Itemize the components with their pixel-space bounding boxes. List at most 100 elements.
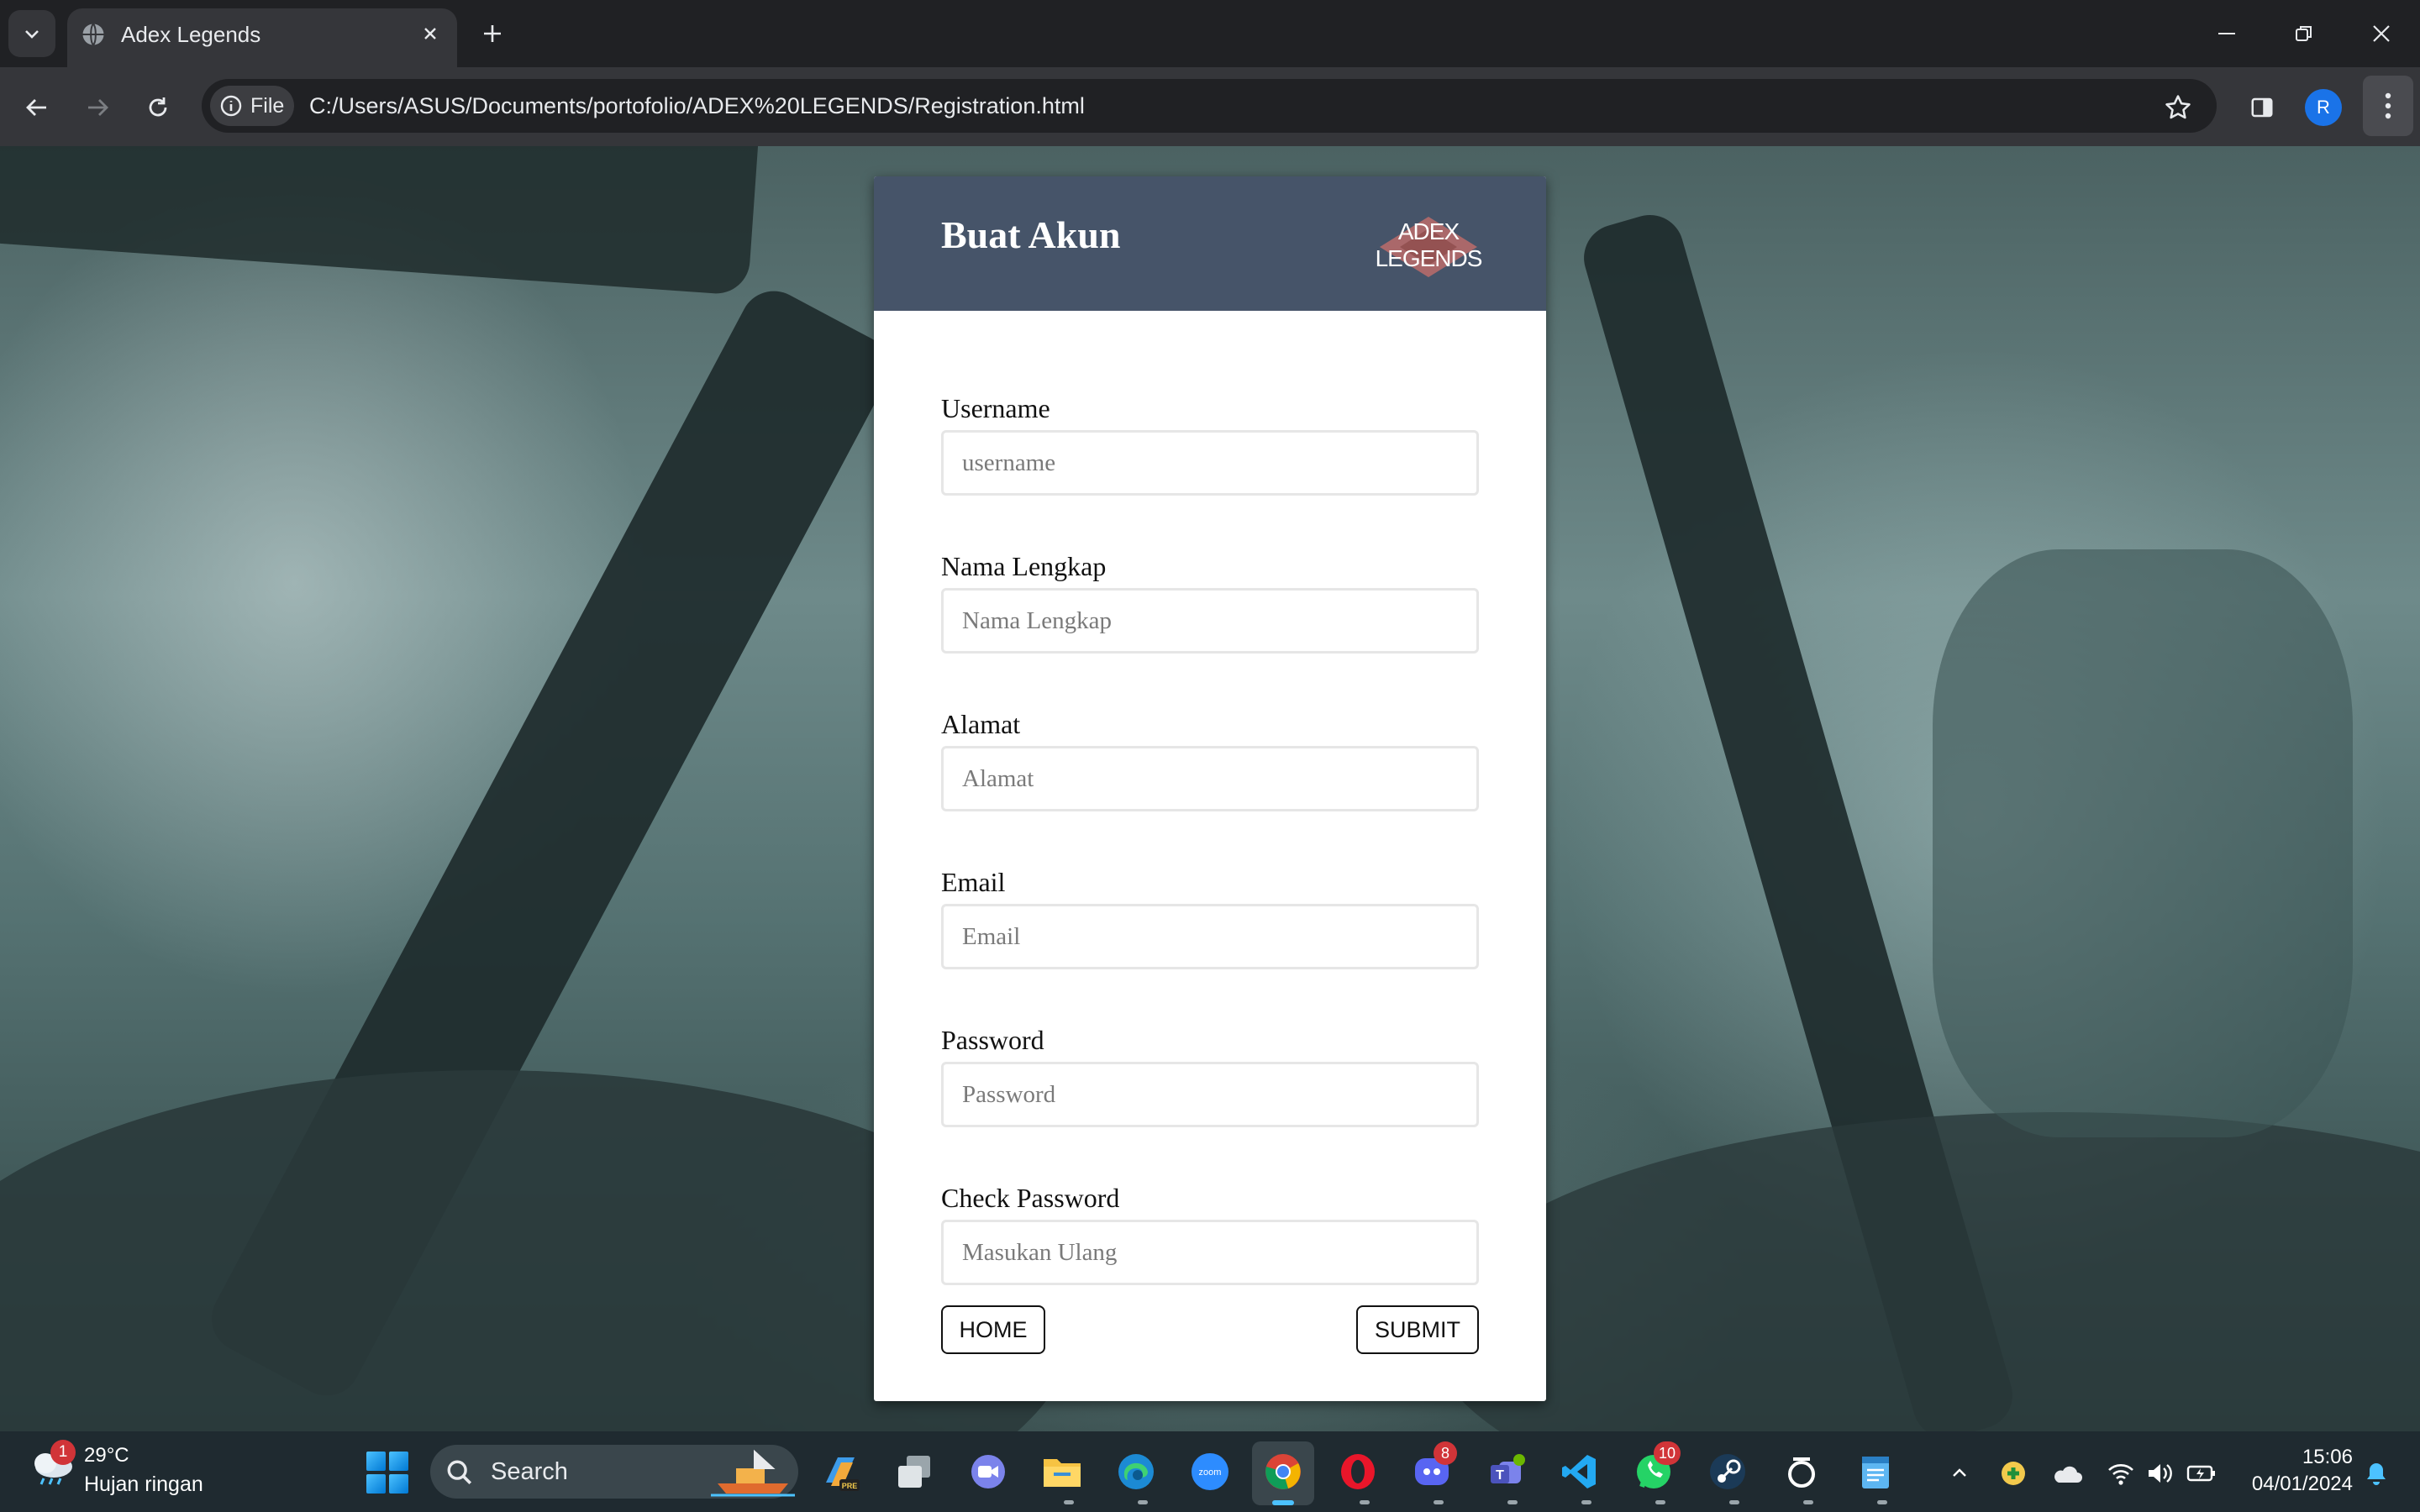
star-icon bbox=[2165, 95, 2191, 119]
logo-text-line1: ADEX bbox=[1397, 218, 1460, 244]
card-header: Buat Akun ADEX LEGENDS bbox=[874, 176, 1546, 311]
file-explorer-app[interactable] bbox=[1039, 1448, 1086, 1495]
running-indicator bbox=[1581, 1500, 1591, 1504]
password-field[interactable] bbox=[941, 1062, 1479, 1127]
full-name-label: Nama Lengkap bbox=[941, 551, 1107, 581]
running-indicator bbox=[1064, 1500, 1074, 1504]
running-indicator bbox=[1434, 1500, 1444, 1504]
active-app-indicator bbox=[1272, 1500, 1294, 1505]
video-chat-icon bbox=[971, 1455, 1005, 1488]
teams-meet-app[interactable] bbox=[965, 1448, 1012, 1495]
close-window-button[interactable] bbox=[2356, 12, 2407, 55]
discord-badge: 8 bbox=[1434, 1441, 1457, 1465]
search-icon bbox=[447, 1460, 472, 1485]
back-button[interactable] bbox=[17, 87, 57, 128]
clock-date[interactable]: 04/01/2024 bbox=[2235, 1472, 2353, 1497]
onedrive-button[interactable] bbox=[2050, 1457, 2084, 1490]
ring-app[interactable] bbox=[1778, 1448, 1825, 1495]
username-field[interactable] bbox=[941, 430, 1479, 496]
search-highlight-boat-icon bbox=[711, 1449, 795, 1497]
zoom-app[interactable]: zoom bbox=[1186, 1448, 1234, 1495]
taskbar-search-label: Search bbox=[491, 1458, 568, 1485]
volume-button[interactable] bbox=[2143, 1457, 2176, 1490]
edge-app[interactable] bbox=[1113, 1448, 1160, 1495]
steam-icon bbox=[1710, 1454, 1745, 1489]
more-vertical-icon bbox=[2385, 92, 2391, 119]
adex-legends-logo: ADEX LEGENDS bbox=[1375, 213, 1482, 279]
cloud-icon bbox=[2054, 1466, 2082, 1483]
whatsapp-badge: 10 bbox=[1654, 1441, 1681, 1465]
vscode-app[interactable] bbox=[1556, 1448, 1603, 1495]
email-label: Email bbox=[941, 867, 1006, 897]
arrow-left-icon bbox=[26, 99, 46, 116]
start-button[interactable] bbox=[366, 1452, 408, 1494]
tab-title: Adex Legends bbox=[121, 22, 261, 47]
notepad-icon bbox=[1862, 1457, 1889, 1488]
weather-temperature[interactable]: 29°C bbox=[84, 1443, 129, 1468]
reload-icon bbox=[149, 97, 167, 117]
new-tab-button[interactable] bbox=[474, 15, 511, 52]
info-icon bbox=[220, 95, 242, 117]
profile-avatar[interactable]: R bbox=[2305, 89, 2342, 126]
opera-app[interactable] bbox=[1334, 1448, 1381, 1495]
battery-button[interactable] bbox=[2185, 1457, 2218, 1490]
close-icon bbox=[424, 28, 436, 39]
wifi-button[interactable] bbox=[2104, 1457, 2138, 1490]
submit-button[interactable]: SUBMIT bbox=[1356, 1305, 1479, 1354]
restore-button[interactable] bbox=[2279, 12, 2329, 55]
zoom-icon: zoom bbox=[1192, 1453, 1228, 1490]
home-button[interactable]: HOME bbox=[941, 1305, 1045, 1354]
teams-app[interactable]: T bbox=[1482, 1448, 1529, 1495]
site-info-chip[interactable]: File bbox=[210, 86, 294, 126]
tab-search-button[interactable] bbox=[8, 10, 55, 57]
minimize-button[interactable] bbox=[2202, 12, 2252, 55]
plus-icon bbox=[484, 25, 501, 42]
password-label: Password bbox=[941, 1025, 1044, 1055]
chrome-app[interactable] bbox=[1260, 1448, 1307, 1495]
url-text[interactable]: C:/Users/ASUS/Documents/portofolio/ADEX%… bbox=[309, 91, 1085, 121]
side-panel-button[interactable] bbox=[2242, 87, 2282, 128]
running-indicator bbox=[1360, 1500, 1370, 1504]
reload-button[interactable] bbox=[138, 87, 178, 128]
restore-icon bbox=[2296, 26, 2312, 41]
running-indicator bbox=[1655, 1500, 1665, 1504]
background-rock bbox=[1933, 549, 2353, 1137]
check-password-field[interactable] bbox=[941, 1220, 1479, 1285]
forward-button[interactable] bbox=[77, 87, 118, 128]
notifications-button[interactable] bbox=[2360, 1457, 2393, 1490]
background-rock bbox=[1428, 1112, 2420, 1431]
globe-icon bbox=[82, 23, 104, 46]
running-indicator bbox=[1877, 1500, 1887, 1504]
task-view-icon bbox=[898, 1456, 930, 1488]
side-panel-icon bbox=[2251, 97, 2273, 118]
show-hidden-icons-button[interactable] bbox=[1943, 1457, 1976, 1490]
chrome-menu-button[interactable] bbox=[2363, 76, 2413, 136]
close-icon bbox=[2373, 25, 2390, 42]
vscode-icon bbox=[1562, 1455, 1596, 1488]
minimize-icon bbox=[2218, 33, 2235, 34]
running-indicator bbox=[1507, 1500, 1518, 1504]
svg-text:PRE: PRE bbox=[842, 1482, 858, 1490]
page-title: Buat Akun bbox=[941, 213, 1121, 256]
tab-close-button[interactable] bbox=[415, 18, 445, 49]
notepad-app[interactable] bbox=[1852, 1448, 1899, 1495]
battery-charging-icon bbox=[2186, 1465, 2215, 1482]
steam-app[interactable] bbox=[1704, 1448, 1751, 1495]
clock-time[interactable]: 15:06 bbox=[2244, 1445, 2353, 1470]
bookmark-button[interactable] bbox=[2158, 87, 2198, 128]
running-indicator bbox=[1729, 1500, 1739, 1504]
task-view-app[interactable] bbox=[891, 1448, 938, 1495]
tray-app-button[interactable] bbox=[1996, 1457, 2030, 1490]
bell-icon bbox=[2367, 1463, 2386, 1485]
folder-icon bbox=[1044, 1459, 1081, 1487]
svg-text:zoom: zoom bbox=[1199, 1467, 1222, 1478]
weather-description[interactable]: Hujan ringan bbox=[84, 1472, 203, 1497]
chevron-up-icon bbox=[1953, 1468, 1966, 1477]
copilot-pre-app[interactable]: PRE bbox=[817, 1448, 864, 1495]
full-name-field[interactable] bbox=[941, 588, 1479, 654]
address-field[interactable] bbox=[941, 746, 1479, 811]
opera-icon bbox=[1341, 1454, 1375, 1489]
registration-card: Buat Akun ADEX LEGENDS Username Nama Len… bbox=[874, 176, 1546, 1401]
email-field[interactable] bbox=[941, 904, 1479, 969]
running-indicator bbox=[1138, 1500, 1148, 1504]
